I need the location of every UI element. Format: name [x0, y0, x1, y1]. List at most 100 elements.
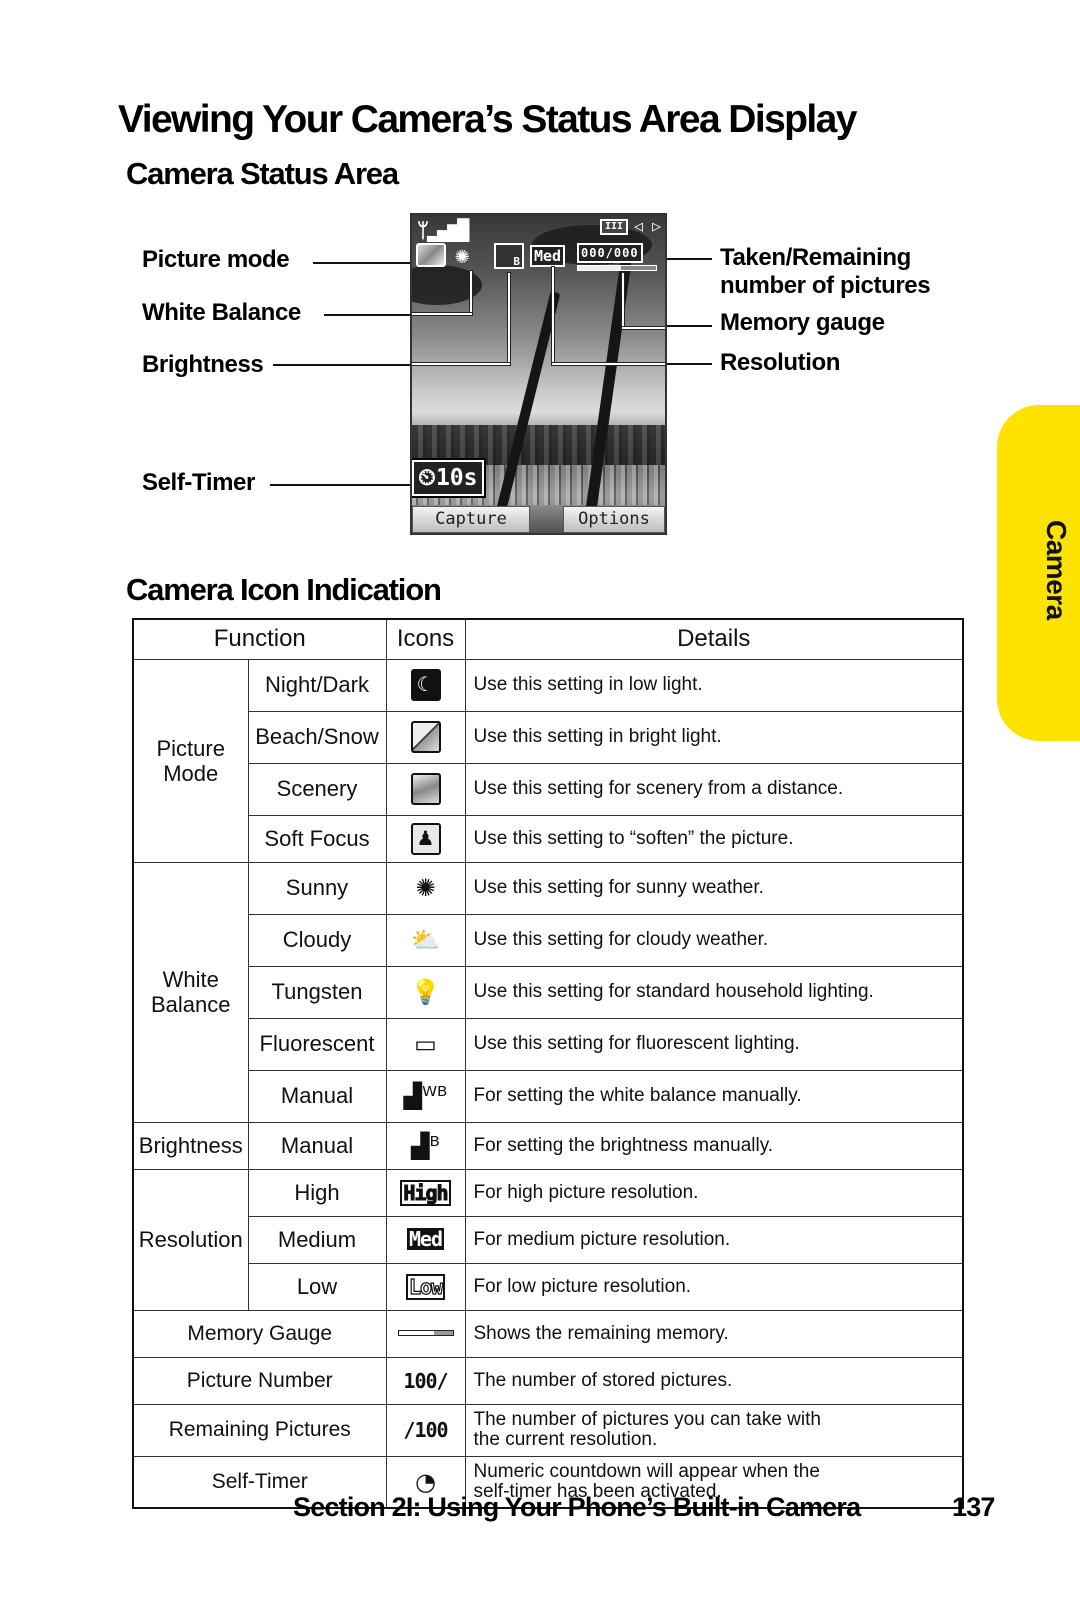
high-resolution-icon: High [400, 1179, 451, 1206]
details-cell: The number of stored pictures. [464, 1356, 964, 1405]
icon-cell: Med [385, 1215, 466, 1264]
details-cell: For medium picture resolution. [464, 1215, 964, 1264]
table-row: Picture Mode Night/Dark ☾ Use this settin… [132, 658, 964, 863]
callout-taken-remaining: Taken/Remaining number of pictures [720, 244, 931, 299]
icon-cell: /100 [385, 1403, 466, 1457]
icon-cell: ▟ᴮ [385, 1121, 466, 1170]
function-cell: Memory Gauge [132, 1309, 387, 1358]
leader-line [667, 363, 712, 365]
table-row: Low Low For low picture resolution. [133, 1262, 964, 1311]
icon-cell: ✺ [385, 861, 466, 915]
header-details: Details [464, 618, 964, 660]
icon-cell [385, 762, 466, 816]
leader-line [470, 271, 472, 315]
details-cell: Use this setting to “soften” the picture… [464, 814, 964, 863]
function-cell: Manual [247, 1069, 387, 1123]
page-number: 137 [952, 1492, 995, 1522]
function-cell: Night/Dark [247, 658, 387, 712]
treeline [412, 425, 665, 465]
self-timer-icon: ⏲ [418, 465, 436, 491]
icon-cell: ▭ [385, 1017, 466, 1071]
leader-line [552, 363, 665, 365]
header-icons: Icons [385, 618, 466, 660]
capture-softkey[interactable]: Capture [412, 506, 530, 533]
camera-icon-table: Function Icons Details Picture Mode Night… [132, 618, 964, 1509]
leader-line [667, 258, 712, 260]
function-cell: Beach/Snow [247, 710, 387, 764]
memory-gauge-icon [397, 1330, 454, 1337]
brightness-icon: B [494, 243, 524, 269]
options-softkey[interactable]: Options [563, 506, 665, 533]
table-row: Manual ▟ᵂᴮ For setting the white balance… [133, 1069, 964, 1123]
function-cell: Fluorescent [247, 1017, 387, 1071]
manual-brightness-icon: ▟ᴮ [411, 1131, 440, 1160]
leader-line [552, 267, 554, 365]
callout-picture-mode: Picture mode [142, 246, 290, 273]
memory-gauge [577, 265, 657, 271]
group-brightness: Brightness [132, 1121, 249, 1170]
icon-cell: ♟ [385, 814, 466, 863]
table-row: Soft Focus ♟ Use this setting to “soften… [133, 814, 964, 863]
table-row: Picture Number 100/ The number of stored… [132, 1356, 964, 1405]
details-cell: Use this setting in low light. [464, 658, 964, 712]
page-title: Viewing Your Camera’s Status Area Displa… [118, 98, 857, 141]
leader-line [412, 313, 472, 315]
function-cell: Scenery [247, 762, 387, 816]
soft-focus-icon: ♟ [410, 822, 441, 855]
details-cell: Use this setting for sunny weather. [464, 861, 964, 915]
function-cell: Cloudy [247, 913, 387, 967]
function-cell: Remaining Pictures [132, 1403, 387, 1457]
function-cell: Low [247, 1262, 387, 1311]
icon-cell: 100/ [385, 1356, 466, 1405]
table-row: Memory Gauge Shows the remaining memory. [132, 1309, 964, 1358]
table-row: Tungsten 💡 Use this setting for standard… [133, 965, 964, 1019]
table-header-row: Function Icons Details [132, 618, 964, 660]
callout-white-balance: White Balance [142, 299, 301, 326]
leader-line [622, 273, 624, 329]
picture-number-icon: 100/ [403, 1368, 448, 1393]
leader-line [667, 325, 712, 327]
header-function: Function [132, 618, 387, 660]
table-row: Scenery Use this setting for scenery fro… [133, 762, 964, 816]
group-picture-mode: Picture Mode [132, 658, 249, 863]
camera-screen-illustration: ᛘ▂▄▆█ III ◁ ▷ ✺ B Med 000/000 ⏲10s Captu… [410, 213, 667, 535]
group-resolution: Resolution [132, 1168, 249, 1311]
function-cell: Manual [247, 1121, 387, 1170]
table-row: Fluorescent ▭ Use this setting for fluor… [133, 1017, 964, 1071]
details-cell: Use this setting in bright light. [464, 710, 964, 764]
details-cell: Use this setting for standard household … [464, 965, 964, 1019]
resolution-icon: Med [530, 245, 566, 267]
table-row: Brightness Manual ▟ᴮ For setting the bri… [132, 1121, 964, 1170]
navigation-arrows-icon: ◁ ▷ [634, 217, 662, 235]
leader-line [273, 364, 410, 366]
function-cell: High [247, 1168, 387, 1217]
self-timer-value: 10s [435, 465, 478, 491]
details-cell: Use this setting for scenery from a dist… [464, 762, 964, 816]
table-row: White Balance Sunny ✺ Use this setting fo… [132, 861, 964, 1123]
leader-line [622, 327, 665, 329]
footer-section-title: Section 2I: Using Your Phone’s Built-in … [293, 1492, 861, 1522]
details-cell: Shows the remaining memory. [464, 1309, 964, 1358]
chapter-side-tab-label: Camera [1041, 520, 1072, 620]
leader-line [508, 273, 510, 365]
remaining-pictures-icon: /100 [403, 1418, 448, 1442]
table-row: Beach/Snow Use this setting in bright li… [133, 710, 964, 764]
low-resolution-icon: Low [405, 1273, 446, 1300]
table-row: Resolution High High For high picture re… [132, 1168, 964, 1311]
function-cell: Soft Focus [247, 814, 387, 863]
leader-line [412, 363, 510, 365]
medium-resolution-icon: Med [406, 1227, 445, 1251]
table-row: Remaining Pictures /100 The number of pi… [132, 1403, 964, 1457]
icon-cell: High [385, 1168, 466, 1217]
function-cell: Picture Number [132, 1356, 387, 1405]
function-cell: Medium [247, 1215, 387, 1264]
group-white-balance: White Balance [132, 861, 249, 1123]
section-heading-status-area: Camera Status Area [126, 156, 399, 191]
leader-line [313, 262, 410, 264]
details-cell: Use this setting for fluorescent lightin… [464, 1017, 964, 1071]
white-balance-sunny-icon: ✺ [455, 241, 470, 269]
battery-icon: III [600, 219, 628, 235]
fluorescent-icon: ▭ [414, 1030, 437, 1058]
picture-mode-icon [416, 243, 446, 267]
details-cell: For setting the brightness manually. [464, 1121, 964, 1170]
